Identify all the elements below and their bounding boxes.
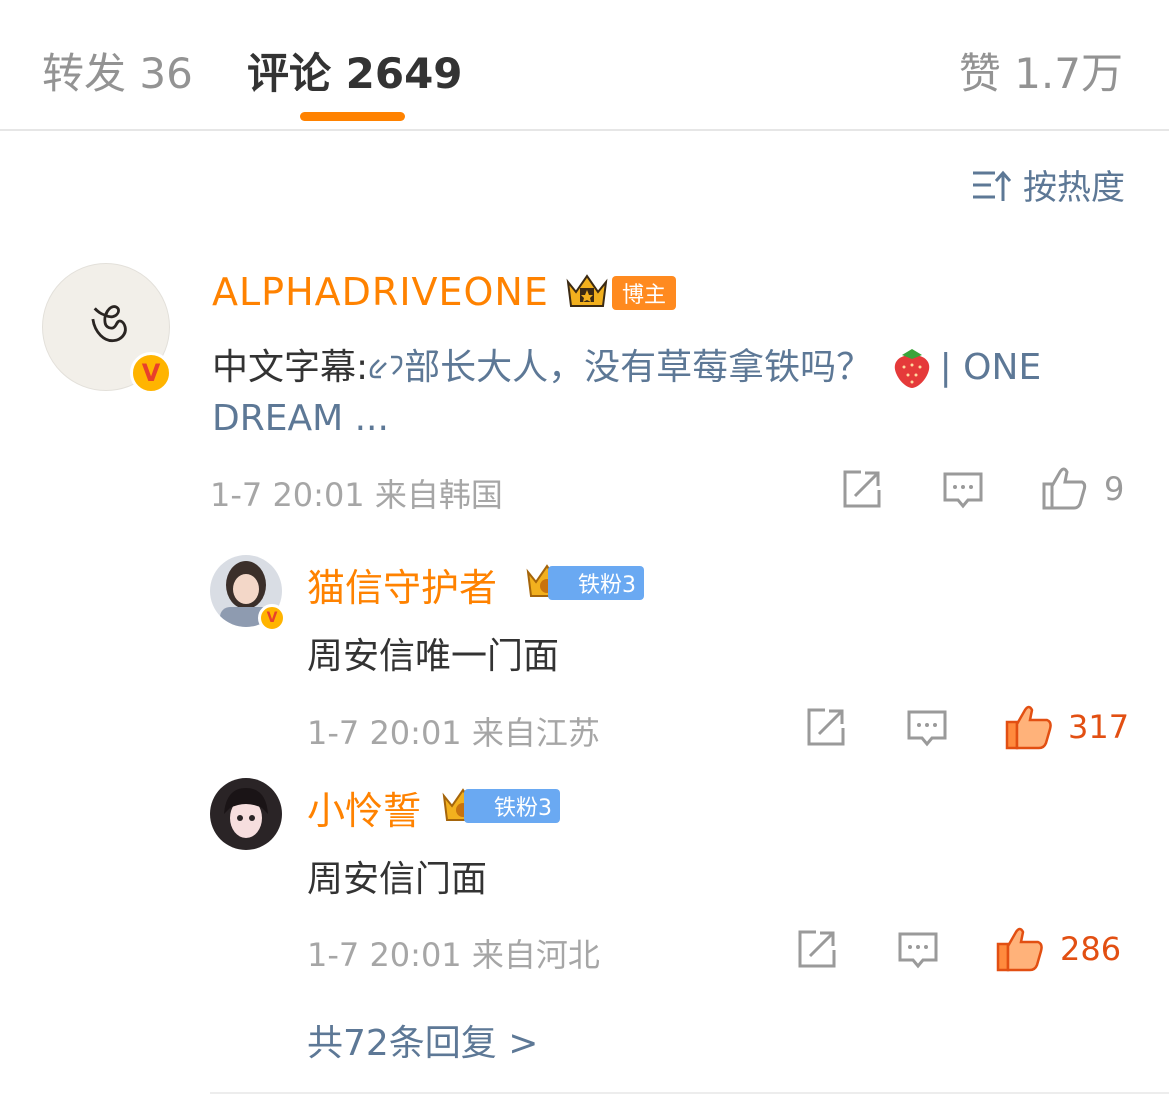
comment-time: 1-7 20:01 — [210, 476, 365, 514]
like-count: 9 — [1104, 470, 1125, 508]
liked-icon[interactable] — [995, 924, 1045, 974]
blogger-tag: 博主 — [612, 276, 677, 310]
reply-like-count: 317 — [1068, 708, 1130, 746]
repost-icon[interactable] — [841, 468, 883, 510]
tab-likes[interactable]: 赞 1.7万 — [959, 40, 1123, 101]
reply-avatar[interactable] — [210, 778, 282, 850]
post-link[interactable]: 部长大人，没有草莓拿铁吗？ — [404, 347, 872, 388]
reply-author[interactable]: 小怜誓 — [307, 780, 421, 835]
comment-location: 来自韩国 — [374, 476, 503, 514]
like-icon[interactable] — [1040, 464, 1088, 512]
author-name[interactable]: ALPHADRIVEONE — [212, 270, 549, 314]
reply-location: 来自江苏 — [471, 714, 600, 752]
bottom-divider — [210, 1092, 1169, 1094]
reply-like-count: 286 — [1060, 930, 1122, 968]
reply-meta: 1-7 20:01 来自江苏 — [307, 708, 600, 754]
sort-label: 按热度 — [1023, 168, 1125, 208]
tab-likes-count: 1.7万 — [1014, 49, 1123, 98]
comment-meta: 1-7 20:01 来自韩国 — [210, 470, 503, 516]
view-more-replies-link[interactable]: 共72条回复 > — [307, 1014, 538, 1066]
reply-avatar-image — [210, 778, 282, 850]
comment-icon[interactable] — [897, 930, 939, 972]
reply-time: 1-7 20:01 — [307, 714, 462, 752]
comment-prefix: 中文字幕: — [212, 347, 369, 388]
tab-comments-label: 评论 — [247, 49, 332, 98]
tab-repost-label: 转发 — [42, 49, 127, 98]
post-link-suffix[interactable]: | ONE — [940, 347, 1042, 388]
crown-icon — [566, 274, 608, 307]
active-tab-indicator — [300, 112, 405, 121]
link-icon — [369, 355, 403, 379]
reply-time: 1-7 20:01 — [307, 936, 462, 974]
verified-icon: V — [130, 352, 172, 394]
reply-text: 周安信唯一门面 — [307, 636, 560, 677]
reply-text: 周安信门面 — [307, 859, 488, 900]
post-link-continued[interactable]: DREAM ... — [212, 398, 389, 439]
reply-location: 来自河北 — [471, 936, 600, 974]
comment-icon[interactable] — [942, 470, 984, 512]
repost-icon[interactable] — [805, 706, 847, 748]
liked-icon[interactable] — [1004, 702, 1054, 752]
reply-meta: 1-7 20:01 来自河北 — [307, 930, 600, 976]
repost-icon[interactable] — [796, 928, 838, 970]
fan-level-tag: 铁粉3 — [464, 789, 560, 823]
comment-icon[interactable] — [906, 708, 948, 750]
fan-level-tag: 铁粉3 — [548, 566, 644, 600]
verified-icon: V — [258, 604, 286, 632]
tab-comments-count: 2649 — [345, 49, 463, 98]
avatar-logo-mark: ঙ — [85, 290, 126, 357]
tab-repost[interactable]: 转发 36 — [42, 40, 193, 101]
tab-comments[interactable]: 评论 2649 — [247, 40, 463, 101]
sort-icon — [973, 170, 1011, 201]
sort-by-hot-button[interactable]: 按热度 — [971, 160, 1125, 209]
tab-repost-count: 36 — [139, 49, 193, 98]
tab-likes-label: 赞 — [958, 49, 1001, 98]
reply-author[interactable]: 猫信守护者 — [307, 557, 497, 612]
tab-divider — [0, 129, 1169, 131]
strawberry-icon — [894, 349, 929, 388]
comment-body: 中文字幕: 部长大人，没有草莓拿铁吗？ | ONE — [212, 338, 1041, 390]
